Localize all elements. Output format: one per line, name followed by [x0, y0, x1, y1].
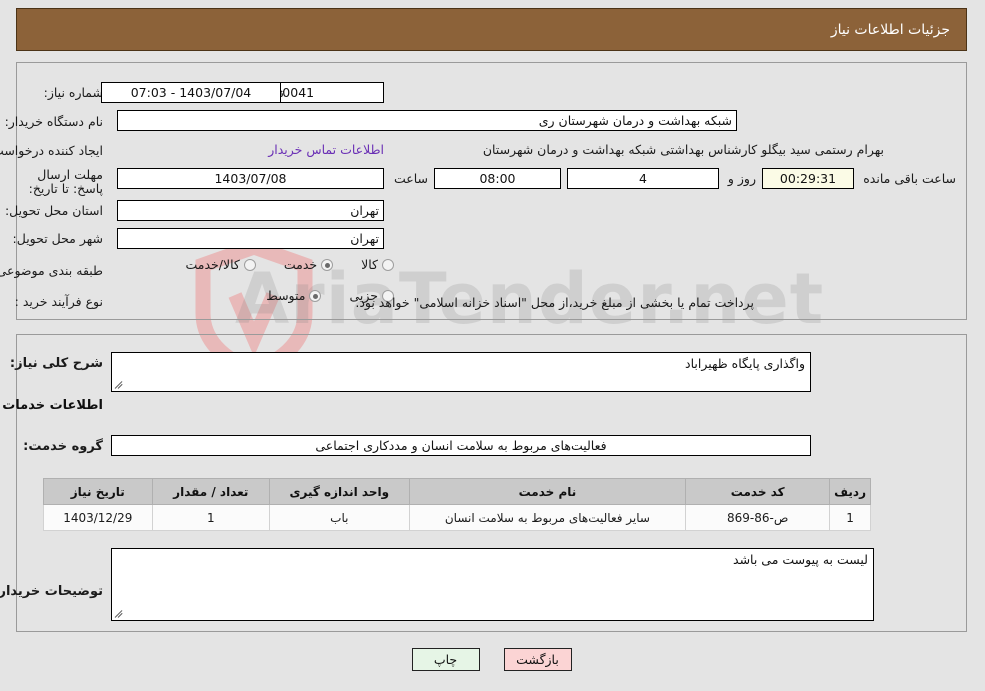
buyer-org-value: شبکه بهداشت و درمان شهرستان ری	[118, 110, 738, 131]
th-quantity: تعداد / مقدار	[152, 478, 272, 505]
page-title-bar: جزئیات اطلاعات نیاز	[17, 8, 968, 51]
buyer-org-label: نام دستگاه خریدار:	[5, 114, 104, 129]
buyer-notes-value: لیست به پیوست می باشد	[734, 552, 869, 567]
services-table: ردیف کد خدمت نام خدمت واحد اندازه گیری ت…	[44, 478, 872, 531]
back-button[interactable]: بازگشت	[504, 648, 573, 671]
announcement-value: 1403/07/04 - 07:03	[102, 82, 282, 103]
countdown-value: 00:29:31	[763, 168, 855, 189]
service-group-value: فعالیت‌های مربوط به سلامت انسان و مددکار…	[112, 435, 812, 456]
category-radio-icon-2[interactable]	[244, 259, 257, 271]
resize-grip-icon[interactable]	[116, 609, 126, 619]
table-header-row: ردیف کد خدمت نام خدمت واحد اندازه گیری ت…	[44, 478, 872, 505]
deadline-hour-label: ساعت	[394, 171, 429, 186]
category-option-0[interactable]: کالا	[362, 258, 395, 272]
city-label: شهر محل تحویل:	[13, 231, 104, 246]
province-value: تهران	[118, 200, 385, 221]
process-option-1[interactable]: متوسط	[267, 288, 323, 303]
deadline-time-value: 08:00	[435, 168, 562, 189]
buyer-notes-label: توضیحات خریدار:	[0, 584, 104, 599]
remaining-days-value: 4	[568, 168, 720, 189]
category-option-label-1: خدمت	[284, 257, 319, 272]
page-title: جزئیات اطلاعات نیاز	[831, 21, 951, 38]
buyer-notes-textarea[interactable]: لیست به پیوست می باشد	[112, 548, 875, 621]
category-option-1[interactable]: خدمت	[284, 257, 335, 272]
treasury-note: پرداخت تمام یا بخشی از مبلغ خرید،از محل …	[356, 295, 755, 310]
creator-label: ایجاد کننده درخواست:	[0, 143, 104, 158]
category-radio-icon-0[interactable]	[383, 259, 395, 271]
action-buttons: بازگشت چاپ	[0, 648, 985, 671]
buyer-contact-link[interactable]: اطلاعات تماس خریدار	[269, 141, 385, 159]
need-number-label: شماره نیاز:	[44, 85, 104, 100]
remaining-days-label: روز و	[728, 171, 757, 186]
process-radio-icon-1[interactable]	[310, 290, 323, 302]
resize-grip-icon[interactable]	[116, 380, 126, 390]
page-root: AriaTender.net جزئیات اطلاعات نیاز شماره…	[0, 0, 985, 691]
category-option-label-2: کالا/خدمت	[186, 257, 241, 272]
creator-value: بهرام رستمی سید بیگلو کارشناس بهداشتی شب…	[483, 142, 885, 157]
th-row-no: ردیف	[830, 478, 872, 505]
countdown-label: ساعت باقی مانده	[864, 171, 957, 186]
general-description-label: شرح کلی نیاز:	[10, 356, 104, 371]
general-description-textarea[interactable]: واگذاری پایگاه ظهیراباد	[112, 352, 812, 392]
services-section-heading: اطلاعات خدمات مورد نیاز	[0, 398, 104, 413]
process-label: نوع فرآیند خرید :	[15, 294, 104, 309]
cell-row-no: 1	[830, 504, 872, 531]
cell-quantity: 1	[152, 504, 272, 531]
category-radio-group[interactable]: کالا خدمت کالا/خدمت	[164, 258, 395, 272]
cell-unit: باب	[270, 504, 411, 531]
cell-need-date: 1403/12/29	[44, 504, 154, 531]
cell-service-code: ص-86-869	[686, 504, 832, 531]
city-value: تهران	[118, 228, 385, 249]
table-row: 1 ص-86-869 سایر فعالیت‌های مربوط به سلام…	[44, 504, 872, 531]
category-option-2[interactable]: کالا/خدمت	[186, 257, 257, 272]
cell-service-name: سایر فعالیت‌های مربوط به سلامت انسان	[409, 504, 688, 531]
category-option-label-0: کالا	[362, 257, 379, 272]
service-group-label: گروه خدمت:	[24, 439, 104, 454]
general-description-value: واگذاری پایگاه ظهیراباد	[686, 356, 806, 371]
category-radio-icon-1[interactable]	[322, 259, 335, 271]
deadline-label: مهلت ارسال پاسخ: تا تاریخ:	[29, 167, 104, 196]
province-label: استان محل تحویل:	[5, 203, 104, 218]
print-button[interactable]: چاپ	[412, 648, 481, 671]
th-service-name: نام خدمت	[409, 478, 688, 505]
th-unit: واحد اندازه گیری	[270, 478, 411, 505]
deadline-date-value: 1403/07/08	[118, 168, 385, 189]
th-need-date: تاریخ نیاز	[44, 478, 154, 505]
process-option-label-1: متوسط	[267, 288, 307, 303]
category-label: طبقه بندی موضوعی:	[0, 263, 104, 278]
th-service-code: کد خدمت	[686, 478, 832, 505]
